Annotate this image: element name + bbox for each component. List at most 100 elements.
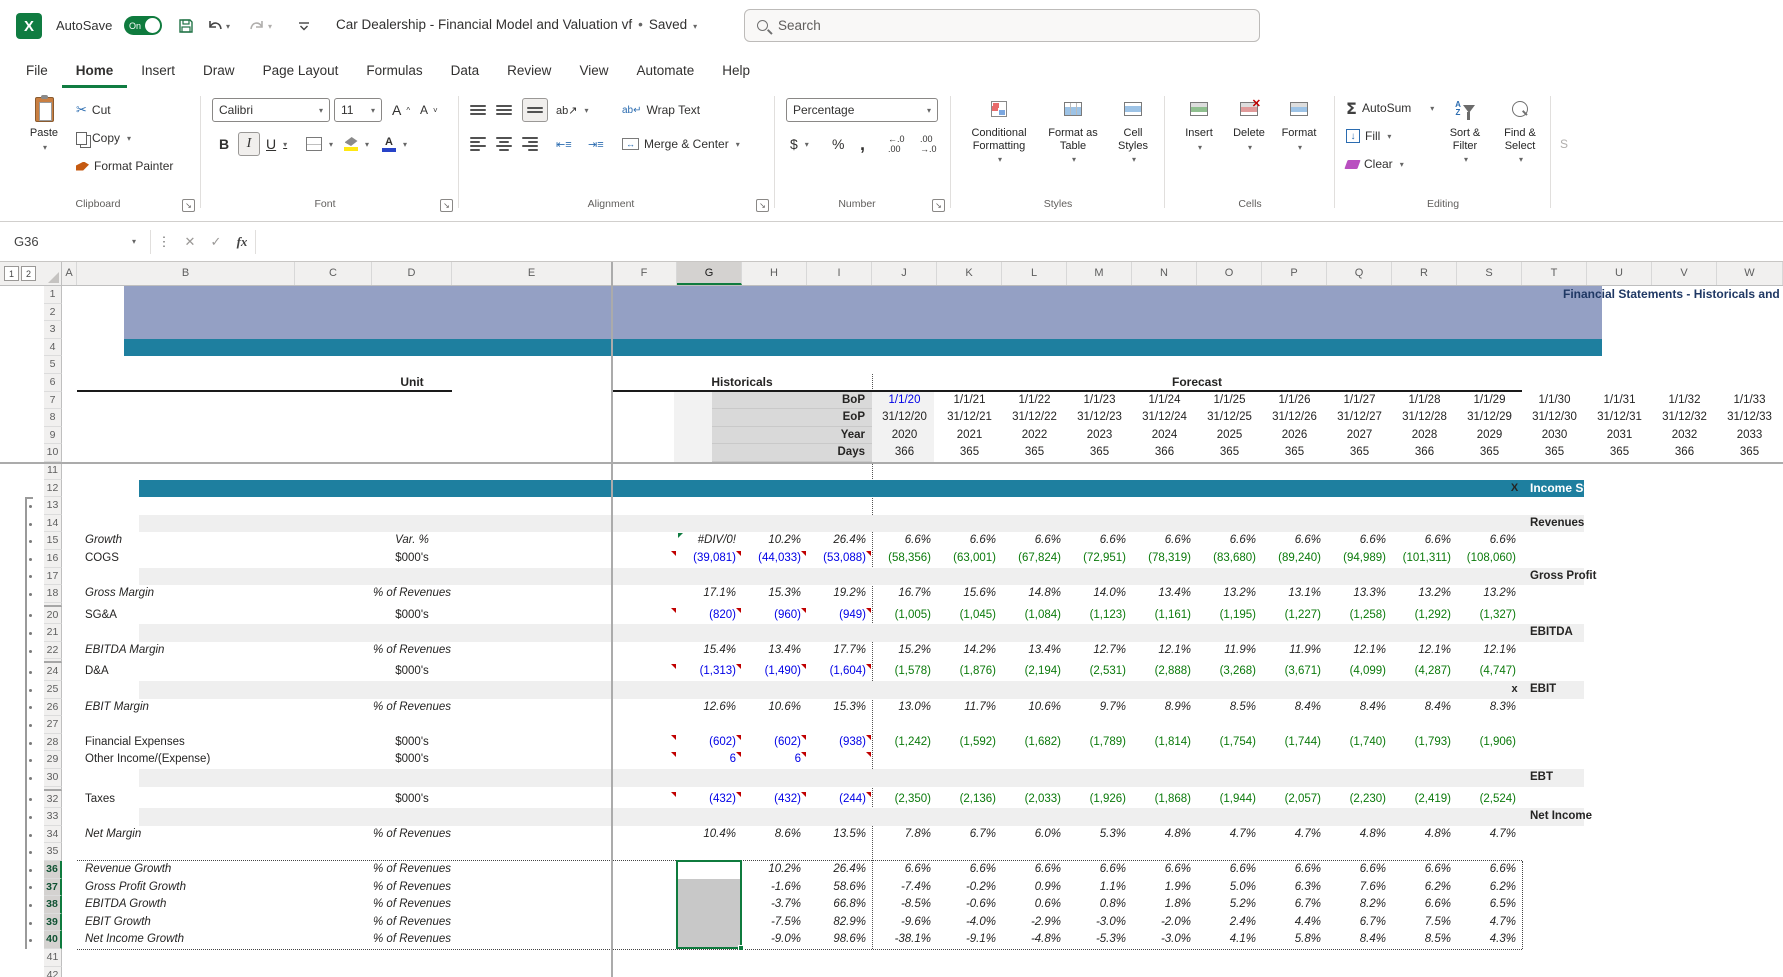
cell[interactable]: 1/1/27	[1327, 392, 1392, 410]
row-label[interactable]: Gross Profit	[1522, 568, 1740, 586]
cell[interactable]: (3,268)	[1197, 663, 1262, 681]
bold-button[interactable]: B	[214, 132, 234, 156]
cell[interactable]	[632, 392, 712, 410]
period-label-EoP[interactable]: EoP	[712, 409, 872, 427]
cell[interactable]: (1,944)	[1197, 791, 1262, 809]
cell[interactable]	[452, 861, 612, 879]
cell[interactable]: 31/12/31	[1587, 409, 1652, 427]
cell[interactable]: 365	[1327, 444, 1392, 462]
cell[interactable]	[62, 879, 77, 897]
cell[interactable]: 366	[1132, 444, 1197, 462]
cell[interactable]	[295, 826, 372, 844]
cell[interactable]: 5.0%	[1197, 879, 1262, 897]
cell[interactable]	[1132, 751, 1197, 769]
cell[interactable]: (2,033)	[1002, 791, 1067, 809]
row-header-13[interactable]: 13	[44, 497, 62, 515]
row-header-21[interactable]: 21	[44, 624, 62, 642]
cell[interactable]: (949)	[807, 607, 872, 625]
cell[interactable]: 365	[1457, 444, 1522, 462]
row-header-17[interactable]: 17	[44, 568, 62, 586]
cell[interactable]	[452, 826, 612, 844]
excel-app-icon[interactable]: X	[16, 13, 42, 39]
align-left-icon[interactable]	[470, 132, 486, 156]
cell[interactable]	[452, 914, 612, 932]
row-header-10[interactable]: 10	[44, 444, 62, 462]
cell[interactable]	[452, 607, 612, 625]
cell[interactable]	[62, 914, 77, 932]
cell[interactable]	[555, 427, 632, 445]
row-label[interactable]: Gross Margin	[77, 585, 295, 603]
cell[interactable]: 14.2%	[937, 642, 1002, 660]
undo-icon[interactable]: ▾	[206, 14, 230, 38]
cell[interactable]: 31/12/23	[1067, 409, 1132, 427]
cell[interactable]: (602)	[677, 734, 742, 752]
cell[interactable]	[1392, 751, 1457, 769]
cell[interactable]: 1/1/32	[1652, 392, 1717, 410]
row-header-3[interactable]: 3	[44, 321, 62, 339]
cell[interactable]: -4.0%	[937, 914, 1002, 932]
cell[interactable]: 15.4%	[677, 642, 742, 660]
format-cells-button[interactable]: Format▾	[1276, 94, 1322, 152]
cell[interactable]: 6.6%	[937, 532, 1002, 550]
row-unit[interactable]: % of Revenues	[372, 585, 452, 603]
cell[interactable]: (1,592)	[937, 734, 1002, 752]
cell[interactable]: 31/12/20	[872, 409, 937, 427]
cell[interactable]: (2,057)	[1262, 791, 1327, 809]
cell[interactable]	[337, 392, 555, 410]
tab-insert[interactable]: Insert	[127, 52, 189, 88]
row-label[interactable]: Other Income/(Expense)	[77, 751, 295, 769]
cell[interactable]: (58,356)	[872, 550, 937, 568]
column-header-H[interactable]: H	[742, 262, 807, 285]
cell[interactable]	[1507, 515, 1522, 533]
column-header-A[interactable]: A	[62, 262, 77, 285]
cell[interactable]: 6.6%	[937, 861, 1002, 879]
row-label[interactable]: EBITDA Growth	[77, 896, 295, 914]
cell[interactable]: (63,001)	[937, 550, 1002, 568]
cell[interactable]: 66.8%	[807, 896, 872, 914]
cell[interactable]	[452, 751, 612, 769]
increase-decimal-icon[interactable]: ←.0.00	[888, 132, 905, 156]
row-header-22[interactable]: 22	[44, 642, 62, 660]
cell[interactable]: 5.3%	[1067, 826, 1132, 844]
cell[interactable]: 2023	[1067, 427, 1132, 445]
cell[interactable]: (2,350)	[872, 791, 937, 809]
row-unit[interactable]: % of Revenues	[372, 861, 452, 879]
cell[interactable]	[1740, 808, 1783, 826]
cell[interactable]: 6.2%	[1457, 879, 1522, 897]
cell[interactable]: (101,311)	[1392, 550, 1457, 568]
cell[interactable]: 8.4%	[1262, 699, 1327, 717]
tab-help[interactable]: Help	[708, 52, 764, 88]
conditional-formatting-button[interactable]: Conditional Formatting▾	[962, 94, 1036, 164]
cell[interactable]	[937, 751, 1002, 769]
cell[interactable]: (938)	[807, 734, 872, 752]
row-label[interactable]: Net Income	[1522, 808, 1740, 826]
cell[interactable]: 6.6%	[1067, 532, 1132, 550]
cell[interactable]: 4.8%	[1392, 826, 1457, 844]
tab-page-layout[interactable]: Page Layout	[249, 52, 353, 88]
insert-cells-button[interactable]: Insert▾	[1176, 94, 1222, 152]
merge-center-button[interactable]: ↔Merge & Center▾	[622, 132, 740, 156]
cell[interactable]: -4.8%	[1002, 931, 1067, 949]
cell[interactable]	[1740, 769, 1783, 787]
row-header-5[interactable]: 5	[44, 356, 62, 374]
row-unit[interactable]: % of Revenues	[372, 879, 452, 897]
increase-indent-icon[interactable]: ⇥≡	[588, 132, 604, 156]
row-label[interactable]: EBIT Margin	[77, 699, 295, 717]
cell[interactable]: 366	[1652, 444, 1717, 462]
cell[interactable]: 19.2%	[807, 585, 872, 603]
cell[interactable]: 2020	[872, 427, 937, 445]
row-header-28[interactable]: 28	[44, 734, 62, 752]
row-header-30[interactable]: 30	[44, 769, 62, 787]
cell[interactable]: 6.6%	[1262, 861, 1327, 879]
cell[interactable]	[612, 896, 677, 914]
align-center-icon[interactable]	[496, 132, 512, 156]
customize-quick-access-icon[interactable]	[292, 14, 316, 38]
cell[interactable]	[295, 585, 372, 603]
cell[interactable]: (2,136)	[937, 791, 1002, 809]
row-header-1[interactable]: 1	[44, 286, 62, 304]
font-color-button[interactable]: A▾	[382, 132, 407, 156]
cell[interactable]: 15.3%	[742, 585, 807, 603]
row-label[interactable]: EBIT	[1522, 681, 1740, 699]
cell[interactable]: 11.7%	[937, 699, 1002, 717]
row-unit[interactable]: % of Revenues	[372, 896, 452, 914]
